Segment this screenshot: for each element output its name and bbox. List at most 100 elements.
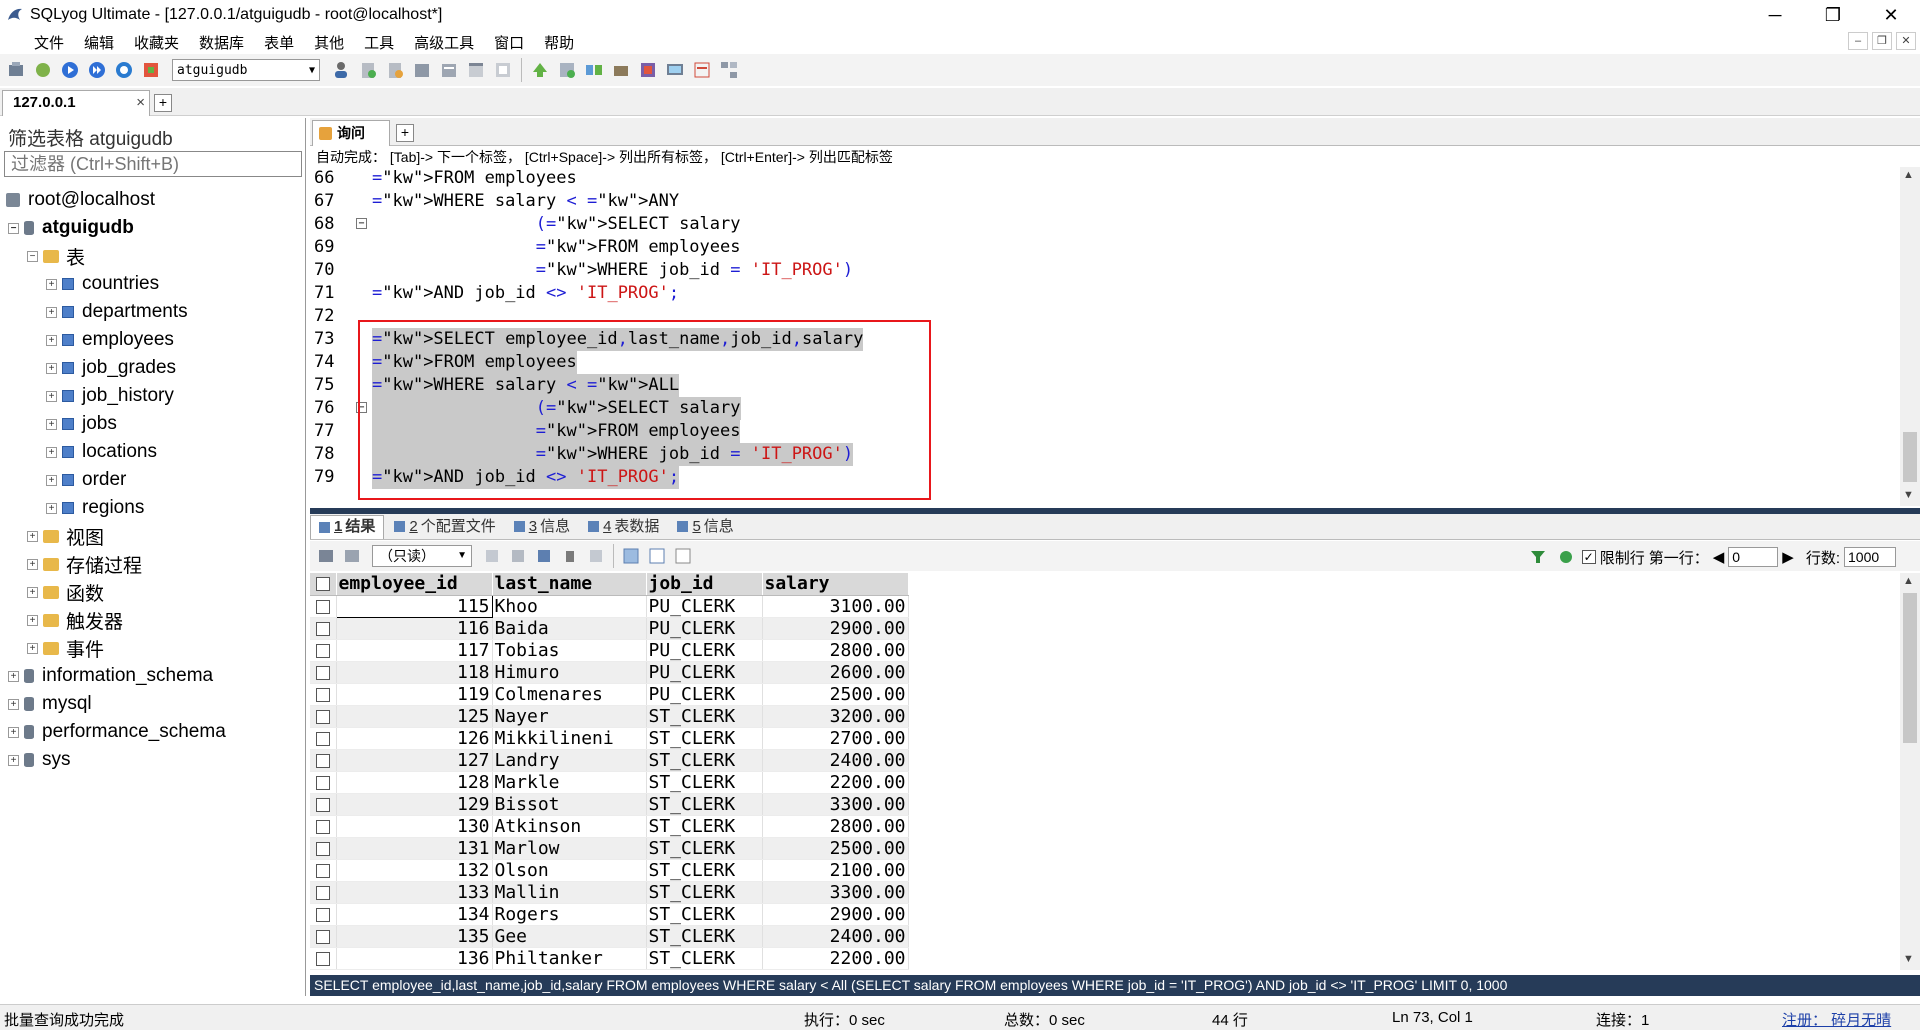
cell-salary[interactable]: 2500.00 <box>762 837 909 860</box>
cell-job-id[interactable]: ST_CLERK <box>646 793 763 816</box>
row-checkbox[interactable] <box>310 705 337 728</box>
cell-salary[interactable]: 3300.00 <box>762 793 909 816</box>
cell-job-id[interactable]: PU_CLERK <box>646 595 763 618</box>
cell-job-id[interactable]: ST_CLERK <box>646 925 763 948</box>
tree-table-locations[interactable]: + locations <box>46 438 157 466</box>
row-checkbox[interactable] <box>310 947 337 970</box>
row-checkbox[interactable] <box>310 815 337 838</box>
sync-icon[interactable] <box>528 58 552 82</box>
cell-salary[interactable]: 2800.00 <box>762 639 909 662</box>
cell-last-name[interactable]: Rogers <box>492 903 647 926</box>
table-row[interactable]: 115 Khoo PU_CLERK 3100.00 <box>310 594 909 618</box>
close-button[interactable]: ✕ <box>1862 0 1920 30</box>
form-view-icon[interactable] <box>645 544 669 568</box>
expand-icon[interactable]: + <box>46 502 57 514</box>
scroll-thumb[interactable] <box>1903 432 1917 482</box>
scroll-down-icon[interactable]: ▼ <box>1903 489 1914 501</box>
limit-rows-checkbox[interactable]: ✓ <box>1581 550 1596 564</box>
table-row[interactable]: 125 Nayer ST_CLERK 3200.00 <box>310 705 909 728</box>
tree-db-sys[interactable]: + sys <box>8 746 71 774</box>
expand-icon[interactable]: + <box>8 726 19 738</box>
refresh-icon[interactable] <box>112 58 136 82</box>
row-checkbox[interactable] <box>310 639 337 662</box>
cell-employee-id[interactable]: 132 <box>336 859 493 882</box>
cell-employee-id[interactable]: 118 <box>336 661 493 684</box>
fold-icon[interactable]: − <box>356 218 367 229</box>
cell-salary[interactable]: 2100.00 <box>762 859 909 882</box>
expand-icon[interactable]: + <box>46 334 57 346</box>
tree-table-job-grades[interactable]: + job_grades <box>46 354 176 382</box>
cell-last-name[interactable]: Markle <box>492 771 647 794</box>
editor-scrollbar[interactable]: ▲ ▼ <box>1900 167 1920 506</box>
cell-job-id[interactable]: PU_CLERK <box>646 661 763 684</box>
expand-icon[interactable]: + <box>27 530 38 542</box>
tree-table-countries[interactable]: + countries <box>46 270 159 298</box>
table-row[interactable]: 119 Colmenares PU_CLERK 2500.00 <box>310 683 909 706</box>
minimize-button[interactable]: ─ <box>1746 0 1804 30</box>
next-page-icon[interactable]: ▶ <box>1782 548 1794 566</box>
scroll-up-icon[interactable]: ▲ <box>1903 575 1914 587</box>
cell-employee-id[interactable]: 125 <box>336 705 493 728</box>
cell-last-name[interactable]: Mallin <box>492 881 647 904</box>
menu-tools[interactable]: 工具 <box>354 32 404 53</box>
cell-employee-id[interactable]: 133 <box>336 881 493 904</box>
cell-last-name[interactable]: Landry <box>492 749 647 772</box>
cell-salary[interactable]: 2200.00 <box>762 947 909 970</box>
grid-view-icon[interactable] <box>619 544 643 568</box>
cell-job-id[interactable]: ST_CLERK <box>646 749 763 772</box>
row-checkbox[interactable] <box>310 837 337 860</box>
table-row[interactable]: 118 Himuro PU_CLERK 2600.00 <box>310 661 909 684</box>
connection-tab[interactable]: 127.0.0.1 × <box>2 90 150 116</box>
cell-employee-id[interactable]: 115 <box>335 594 493 618</box>
cell-last-name[interactable]: Khoo <box>492 595 647 618</box>
table-row[interactable]: 130 Atkinson ST_CLERK 2800.00 <box>310 815 909 838</box>
grid-scrollbar[interactable]: ▲ ▼ <box>1900 573 1920 970</box>
cell-job-id[interactable]: ST_CLERK <box>646 727 763 750</box>
menu-database[interactable]: 数据库 <box>189 32 254 53</box>
table-row[interactable]: 135 Gee ST_CLERK 2400.00 <box>310 925 909 948</box>
readonly-select[interactable]: （只读） ▼ <box>372 545 472 567</box>
cell-job-id[interactable]: ST_CLERK <box>646 771 763 794</box>
table-row[interactable]: 127 Landry ST_CLERK 2400.00 <box>310 749 909 772</box>
tree-table-departments[interactable]: + departments <box>46 298 188 326</box>
tree-folder-views[interactable]: + 视图 <box>27 522 104 550</box>
mdi-restore-button[interactable]: ❐ <box>1872 32 1892 50</box>
cell-employee-id[interactable]: 119 <box>336 683 493 706</box>
tree-db-performance-schema[interactable]: + performance_schema <box>8 718 226 746</box>
expand-icon[interactable]: + <box>27 614 38 626</box>
export-icon[interactable] <box>437 58 461 82</box>
restore-icon[interactable] <box>383 58 407 82</box>
row-checkbox[interactable] <box>310 793 337 816</box>
cell-salary[interactable]: 2800.00 <box>762 815 909 838</box>
tree-server[interactable]: root@localhost <box>6 186 155 214</box>
tree-folder-procedures[interactable]: + 存储过程 <box>27 550 142 578</box>
connect-icon[interactable] <box>31 58 55 82</box>
tree-table-regions[interactable]: + regions <box>46 494 144 522</box>
cell-salary[interactable]: 2900.00 <box>762 903 909 926</box>
duplicate-row-icon[interactable] <box>506 544 530 568</box>
tree-folder-functions[interactable]: + 函数 <box>27 578 104 606</box>
import-result-icon[interactable] <box>340 544 364 568</box>
row-checkbox[interactable] <box>310 881 337 904</box>
row-checkbox[interactable] <box>310 661 337 684</box>
database-select[interactable]: atguigudb ▼ <box>172 59 320 81</box>
cell-job-id[interactable]: PU_CLERK <box>646 617 763 640</box>
cell-job-id[interactable]: ST_CLERK <box>646 837 763 860</box>
cell-job-id[interactable]: ST_CLERK <box>646 947 763 970</box>
expand-icon[interactable]: + <box>46 418 57 430</box>
tree-db-atguigudb[interactable]: − atguigudb <box>8 214 134 242</box>
row-checkbox[interactable] <box>310 903 337 926</box>
cell-job-id[interactable]: ST_CLERK <box>646 859 763 882</box>
cell-last-name[interactable]: Nayer <box>492 705 647 728</box>
row-checkbox[interactable] <box>310 683 337 706</box>
tab-table-data[interactable]: 4 表数据 <box>580 515 667 539</box>
cell-job-id[interactable]: PU_CLERK <box>646 639 763 662</box>
cell-last-name[interactable]: Olson <box>492 859 647 882</box>
data-sync-icon[interactable] <box>609 58 633 82</box>
cell-last-name[interactable]: Baida <box>492 617 647 640</box>
row-checkbox[interactable] <box>310 859 337 882</box>
cell-last-name[interactable]: Bissot <box>492 793 647 816</box>
cell-salary[interactable]: 2600.00 <box>762 661 909 684</box>
scroll-up-icon[interactable]: ▲ <box>1903 169 1914 181</box>
form-icon[interactable] <box>690 58 714 82</box>
